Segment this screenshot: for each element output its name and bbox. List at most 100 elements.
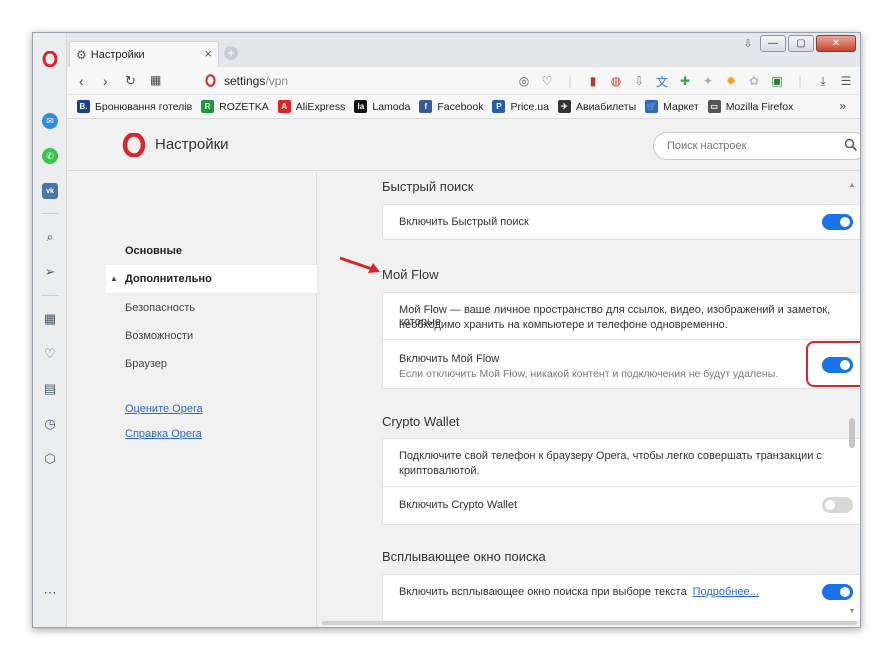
extensions-cube-icon[interactable]: ⬡ (42, 451, 58, 467)
address-bar: ‹ › ↻ ▦ settings/vpn ◎ ♡ | ▮ ◍ ⇩ 文 ✚ ✦ ✹… (67, 67, 860, 95)
maximize-button[interactable]: ▢ (788, 35, 814, 52)
bookmark-label: AliExpress (295, 100, 346, 113)
extension-orange-icon[interactable]: ✹ (723, 73, 739, 89)
tab-close-icon[interactable]: × (204, 46, 212, 61)
vk-icon[interactable]: vk (42, 183, 58, 199)
bookmark-item[interactable]: f Facebook (419, 100, 483, 113)
bookmarks-bar: B. Бронювання готелів R ROZETKA A AliExpress l… (67, 95, 860, 119)
download-arrow-icon[interactable]: ⇩ (631, 73, 647, 89)
more-icon[interactable]: ⋯ (42, 585, 58, 601)
section-title-quick-search: Быстрый поиск (382, 179, 474, 194)
send-icon[interactable]: ➢ (42, 264, 58, 280)
bookmark-item[interactable]: la Lamoda (354, 100, 410, 113)
collapse-arrow-icon[interactable]: ▲ (110, 274, 118, 283)
news-icon[interactable]: ▤ (42, 381, 58, 397)
my-flow-enable-label: Включить Мой Flow (399, 353, 500, 365)
bookmark-label: Price.ua (510, 100, 549, 113)
easy-setup-icon[interactable]: ☰ (838, 73, 854, 89)
bookmark-favicon-icon: f (419, 100, 433, 113)
bookmark-label: ROZETKA (219, 100, 269, 113)
history-icon[interactable]: ◷ (42, 416, 58, 432)
extension-puzzle-icon[interactable]: ✦ (700, 73, 716, 89)
heart-icon[interactable]: ♡ (539, 73, 555, 89)
url-field[interactable]: settings/vpn (224, 74, 288, 88)
bookmark-favicon-icon: ▭ (707, 100, 721, 113)
bookmark-item[interactable]: A AliExpress (277, 100, 346, 113)
bookmark-favicon-icon: B. (77, 100, 90, 113)
toolbar-icons: ◎ ♡ | ▮ ◍ ⇩ 文 ✚ ✦ ✹ ✿ ▣ | ⤓ ☰ (516, 73, 854, 89)
translate-icon[interactable]: 文 (654, 73, 670, 89)
downloads-icon[interactable]: ⤓ (815, 73, 831, 89)
opera-logo-icon[interactable] (42, 51, 58, 67)
scroll-up-arrow-icon[interactable]: ▲ (848, 182, 856, 189)
extension-puzzle-green-icon[interactable]: ✚ (677, 73, 693, 89)
bookmark-item[interactable]: ▭ Mozilla Firefox (707, 100, 794, 113)
whatsapp-icon[interactable]: ✆ (42, 148, 58, 164)
nav-basic[interactable]: Основные (125, 245, 182, 257)
bookmark-item[interactable]: ✈ Авиабилеты (557, 100, 636, 113)
search-popup-more-link[interactable]: Подробнее... (693, 586, 759, 598)
bookmark-label: Lamoda (372, 100, 411, 113)
horizontal-scrollbar[interactable] (318, 620, 857, 626)
horizontal-scrollbar-thumb[interactable] (322, 621, 857, 625)
search-icon[interactable]: ⌕ (42, 229, 58, 245)
speed-dial-grid-icon[interactable]: ▦ (150, 73, 161, 87)
scroll-down-arrow-icon[interactable]: ▼ (848, 608, 856, 615)
bookmark-favicon-icon: R (201, 100, 215, 113)
settings-page: Настройки Основные ▲ Дополнительно Безоп… (67, 119, 860, 627)
back-icon[interactable]: ‹ (79, 73, 84, 89)
bookmark-label: Бронювання готелів (95, 100, 193, 113)
opera-sidebar: ✉ ✆ vk ⌕ ➢ ▦ ♡ ▤ ◷ ⬡ ⋯ (33, 33, 67, 627)
camera-icon[interactable]: ◎ (516, 73, 532, 89)
bookmark-item[interactable]: R ROZETKA (201, 100, 269, 113)
settings-search-box[interactable] (653, 132, 860, 160)
settings-left-nav: Основные ▲ Дополнительно Безопасность Во… (67, 172, 317, 627)
toolbar-separator: | (798, 74, 802, 88)
crypto-wallet-description-line2: криптовалютой. (399, 465, 480, 477)
heart-icon[interactable]: ♡ (42, 346, 58, 362)
browser-window: ✉ ✆ vk ⌕ ➢ ▦ ♡ ▤ ◷ ⬡ ⋯ ⚙ Настройки × + ⇩… (32, 32, 861, 628)
rate-opera-link[interactable]: Оцените Opera (125, 403, 203, 415)
bookmark-label: Mozilla Firefox (725, 100, 794, 113)
adblock-icon[interactable]: ◍ (608, 73, 624, 89)
nav-browser[interactable]: Браузер (125, 358, 167, 370)
new-tab-button[interactable]: + (224, 46, 238, 60)
search-popup-card: Включить всплывающее окно поиска при выб… (382, 574, 860, 622)
speed-dial-icon[interactable]: ▦ (42, 311, 58, 327)
nav-features[interactable]: Возможности (125, 330, 193, 342)
section-title-crypto-wallet: Crypto Wallet (382, 414, 460, 429)
url-path: /vpn (265, 74, 289, 88)
sidebar-divider (41, 213, 59, 214)
bookmark-item[interactable]: B. Бронювання готелів (77, 100, 192, 113)
scrollbar-thumb[interactable] (849, 418, 855, 448)
vertical-scrollbar[interactable]: ▲ ▼ (848, 182, 856, 615)
menu-arrow-icon[interactable]: ⇩ (738, 35, 758, 52)
close-window-button[interactable]: ✕ (816, 35, 856, 52)
bookmark-favicon-icon: la (354, 100, 368, 113)
bookmark-item[interactable]: P Price.ua (492, 100, 549, 113)
search-icon[interactable] (844, 138, 858, 152)
search-input[interactable] (667, 140, 837, 152)
bookmarks-more-icon[interactable]: » (839, 99, 846, 113)
bookmark-item[interactable]: 🛒 Маркет (645, 100, 699, 113)
quick-search-card: Включить Быстрый поиск (382, 204, 860, 240)
window-controls: ⇩ — ▢ ✕ (738, 35, 856, 52)
extension-gray-icon[interactable]: ✿ (746, 73, 762, 89)
forward-icon[interactable]: › (103, 73, 108, 89)
gear-icon: ⚙ (76, 47, 87, 62)
search-popup-row: Включить всплывающее окно поиска при выб… (399, 586, 759, 598)
nav-advanced[interactable]: Дополнительно (125, 273, 212, 285)
nav-security[interactable]: Безопасность (125, 302, 195, 314)
search-popup-label: Включить всплывающее окно поиска при выб… (399, 586, 687, 598)
url-main: settings (224, 74, 266, 88)
section-title-my-flow: Мой Flow (382, 267, 439, 282)
help-opera-link[interactable]: Справка Opera (125, 428, 202, 440)
minimize-button[interactable]: — (760, 35, 786, 52)
reload-icon[interactable]: ↻ (125, 73, 136, 89)
my-flow-enable-sub: Если отключить Мой Flow, никакой контент… (399, 368, 779, 380)
tab-settings[interactable]: ⚙ Настройки × (69, 41, 219, 67)
messenger-icon[interactable]: ✉ (42, 113, 58, 129)
extension-monitor-icon[interactable]: ▣ (769, 73, 785, 89)
opera-logo-icon (122, 133, 146, 157)
bookmark-red-icon[interactable]: ▮ (585, 73, 601, 89)
